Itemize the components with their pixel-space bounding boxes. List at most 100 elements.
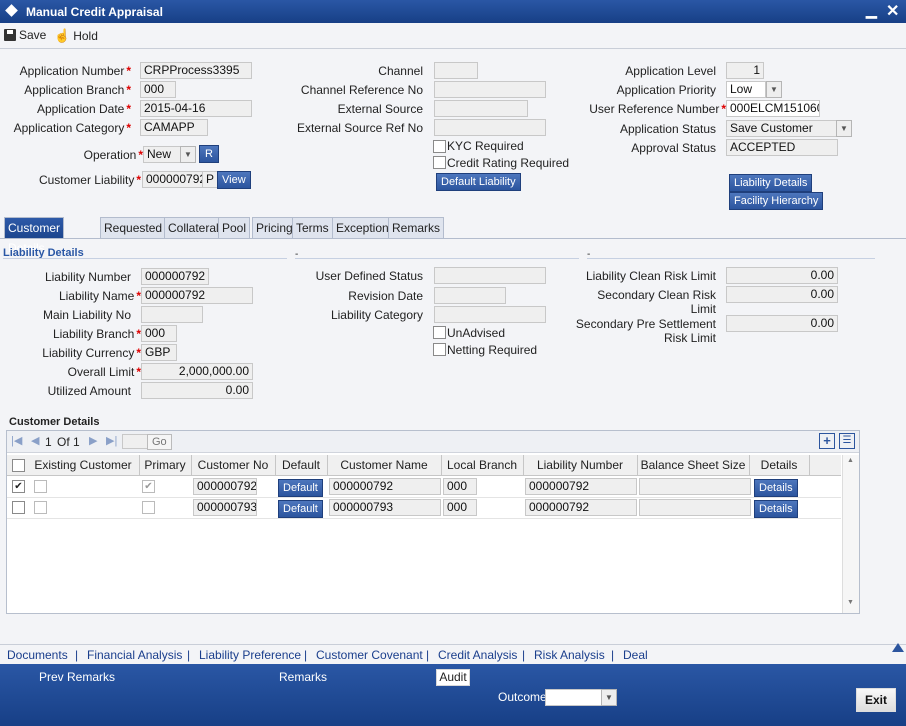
operation-r-button[interactable]: R xyxy=(199,145,219,163)
liability-branch-field[interactable]: 000 xyxy=(141,325,177,342)
customer-liability-field[interactable]: 000000792 xyxy=(142,171,206,188)
page-number-input[interactable] xyxy=(122,434,148,449)
exit-button[interactable]: Exit xyxy=(856,688,896,712)
priority-dropdown-icon[interactable]: ▼ xyxy=(766,81,782,98)
column-header-customer-no[interactable]: Customer No xyxy=(191,455,276,475)
link-risk-analysis[interactable]: Risk Analysis xyxy=(534,648,605,662)
first-page-icon[interactable]: |◀ xyxy=(11,434,22,447)
link-documents[interactable]: Documents xyxy=(7,648,68,662)
channel-reference-field[interactable] xyxy=(434,81,546,98)
column-header-details[interactable]: Details xyxy=(749,455,810,475)
tab-remarks[interactable]: Remarks xyxy=(388,217,445,238)
application-level-field[interactable]: 1 xyxy=(726,62,764,79)
scroll-down-icon[interactable]: ▼ xyxy=(847,599,854,606)
tab-pool[interactable]: Pool xyxy=(218,217,251,238)
overall-limit-field[interactable]: 2,000,000.00 xyxy=(141,363,253,380)
customer-no-field[interactable]: 000000792 xyxy=(193,478,257,495)
default-button[interactable]: Default xyxy=(278,479,323,497)
column-header-local-branch[interactable]: Local Branch xyxy=(441,455,524,475)
details-button[interactable]: Details xyxy=(754,479,798,497)
audit-tab[interactable]: Audit xyxy=(436,669,470,686)
balance-sheet-size-field[interactable] xyxy=(639,478,751,495)
customer-no-field[interactable]: 000000793 xyxy=(193,499,257,516)
application-branch-field[interactable]: 000 xyxy=(140,81,176,98)
clean-risk-limit-field[interactable]: 0.00 xyxy=(726,267,838,284)
application-number-field[interactable]: CRPProcess3395 xyxy=(140,62,252,79)
utilized-amount-field[interactable]: 0.00 xyxy=(141,382,253,399)
row-select-checkbox[interactable]: ✔ xyxy=(12,480,25,493)
add-row-icon[interactable]: + xyxy=(819,433,835,449)
netting-required-checkbox[interactable] xyxy=(433,343,446,356)
balance-sheet-size-field[interactable] xyxy=(639,499,751,516)
user-defined-status-field[interactable] xyxy=(434,267,546,284)
link-financial-analysis[interactable]: Financial Analysis xyxy=(87,648,182,662)
grid-scrollbar[interactable]: ▲ ▼ xyxy=(842,455,859,613)
save-button[interactable]: Save xyxy=(4,28,46,42)
channel-field[interactable] xyxy=(434,62,478,79)
liability-currency-field[interactable]: GBP xyxy=(141,344,177,361)
table-row[interactable]: 000000793 Default 000000793 000 000000792 Det… xyxy=(7,497,841,519)
select-all-checkbox[interactable] xyxy=(12,459,25,472)
customer-name-field[interactable]: 000000792 xyxy=(329,478,441,495)
secondary-clean-risk-field[interactable]: 0.00 xyxy=(726,286,838,303)
primary-checkbox[interactable] xyxy=(142,501,155,514)
tab-requested[interactable]: Requested xyxy=(100,217,167,238)
revision-date-field[interactable] xyxy=(434,287,506,304)
application-priority-select[interactable]: Low xyxy=(726,81,766,98)
close-icon[interactable]: ✕ xyxy=(886,1,899,21)
link-credit-analysis[interactable]: Credit Analysis xyxy=(438,648,517,662)
tab-exception[interactable]: Exception xyxy=(332,217,393,238)
user-reference-field[interactable]: 000ELCM1510603 xyxy=(726,100,820,117)
secondary-pre-settlement-field[interactable]: 0.00 xyxy=(726,315,838,332)
liability-category-field[interactable] xyxy=(434,306,546,323)
link-customer-covenant[interactable]: Customer Covenant xyxy=(316,648,423,662)
unadvised-checkbox[interactable] xyxy=(433,326,446,339)
list-view-icon[interactable]: ☰ xyxy=(839,433,855,449)
existing-customer-checkbox[interactable] xyxy=(34,501,47,514)
customer-name-field[interactable]: 000000793 xyxy=(329,499,441,516)
row-select-checkbox[interactable] xyxy=(12,501,25,514)
collapse-up-icon[interactable] xyxy=(892,643,904,652)
application-date-field[interactable]: 2015-04-16 xyxy=(140,100,252,117)
column-header-primary[interactable]: Primary xyxy=(139,455,192,475)
customer-liability-p[interactable]: P xyxy=(202,171,218,188)
details-button[interactable]: Details xyxy=(754,500,798,518)
link-liability-preference[interactable]: Liability Preference xyxy=(199,648,301,662)
primary-checkbox[interactable]: ✔ xyxy=(142,480,155,493)
operation-dropdown-icon[interactable]: ▼ xyxy=(180,146,196,163)
column-header-balance-sheet-size[interactable]: Balance Sheet Size xyxy=(637,455,750,475)
liability-number-field[interactable]: 000000792 xyxy=(525,499,637,516)
table-row[interactable]: ✔ ✔ 000000792 Default 000000792 000 000000792 D… xyxy=(7,476,841,498)
link-deal[interactable]: Deal xyxy=(623,648,648,662)
status-dropdown-icon[interactable]: ▼ xyxy=(836,120,852,137)
main-liability-field[interactable] xyxy=(141,306,203,323)
local-branch-field[interactable]: 000 xyxy=(443,499,477,516)
external-source-field[interactable] xyxy=(434,100,528,117)
facility-hierarchy-button[interactable]: Facility Hierarchy xyxy=(729,192,824,210)
tab-customer-details[interactable]: Customer Details xyxy=(4,217,65,255)
view-button[interactable]: View xyxy=(217,171,251,189)
column-header-liability-number[interactable]: Liability Number xyxy=(523,455,638,475)
operation-select[interactable]: New xyxy=(143,146,181,163)
remarks-label[interactable]: Remarks xyxy=(279,670,327,684)
go-button[interactable]: Go xyxy=(147,434,172,450)
prev-page-icon[interactable]: ◀ xyxy=(31,434,39,447)
column-header-default[interactable]: Default xyxy=(275,455,328,475)
column-header-customer-name[interactable]: Customer Name xyxy=(327,455,442,475)
scroll-up-icon[interactable]: ▲ xyxy=(847,457,854,464)
credit-rating-checkbox[interactable] xyxy=(433,156,446,169)
default-button[interactable]: Default xyxy=(278,500,323,518)
tab-terms[interactable]: Terms xyxy=(292,217,333,238)
approval-status-field[interactable]: ACCEPTED xyxy=(726,139,838,156)
column-header-existing-customer[interactable]: Existing Customer xyxy=(27,455,140,475)
local-branch-field[interactable]: 000 xyxy=(443,478,477,495)
tab-pricing[interactable]: Pricing xyxy=(252,217,297,238)
default-liability-button[interactable]: Default Liability xyxy=(436,173,521,191)
hold-button[interactable]: ☝ Hold xyxy=(54,28,98,44)
minimize-icon[interactable]: ▁ xyxy=(866,2,877,19)
prev-remarks-label[interactable]: Prev Remarks xyxy=(39,670,115,684)
application-category-field[interactable]: CAMAPP xyxy=(140,119,208,136)
liability-details-button[interactable]: Liability Details xyxy=(729,174,813,192)
existing-customer-checkbox[interactable] xyxy=(34,480,47,493)
application-status-select[interactable]: Save Customer xyxy=(726,120,838,137)
